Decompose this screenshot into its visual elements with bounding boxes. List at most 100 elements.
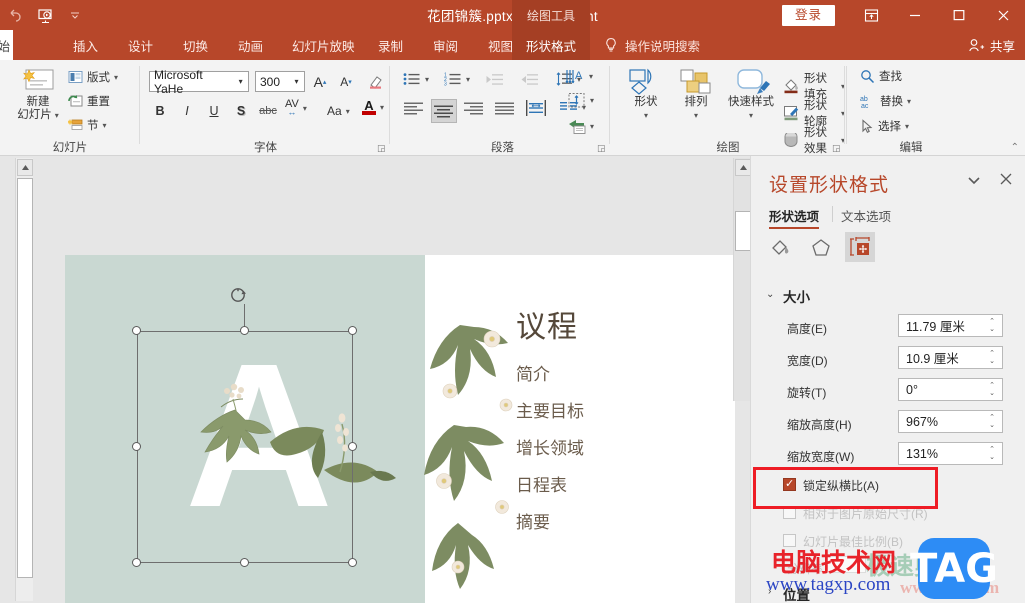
spinner-arrows-icon[interactable]: ⌃ ⌄ [982, 315, 1002, 336]
chevron-down-icon[interactable]: ▾ [466, 75, 470, 84]
tell-me-search[interactable]: 操作说明搜索 [604, 30, 700, 60]
close-icon[interactable] [981, 0, 1025, 30]
tab-text-options[interactable]: 文本选项 [841, 206, 891, 225]
chevron-down-icon[interactable]: ▾ [114, 73, 118, 82]
chevron-down-icon[interactable]: ▾ [233, 77, 248, 86]
tab-shape-options[interactable]: 形状选项 [769, 206, 820, 229]
chevron-down-icon[interactable]: ▾ [590, 122, 594, 131]
decrease-font-size-button[interactable]: A ▾ [335, 71, 357, 92]
size-and-properties-icon[interactable] [845, 232, 875, 262]
effects-pane-icon[interactable] [807, 234, 835, 262]
scroll-up-icon[interactable] [17, 159, 33, 176]
change-case-button[interactable]: Aa ▾ [327, 104, 350, 118]
chevron-down-icon[interactable]: ▾ [425, 75, 429, 84]
resize-handle-top-center[interactable] [240, 326, 249, 335]
chevron-down-icon[interactable]: ▾ [749, 109, 753, 122]
chevron-down-icon[interactable]: ▾ [694, 109, 698, 122]
rotation-field[interactable]: 0° ⌃ ⌄ [898, 378, 1003, 401]
spinner-arrows-icon[interactable]: ⌃ ⌄ [982, 379, 1002, 400]
collapse-ribbon-icon[interactable]: ⌃ [1011, 142, 1019, 153]
tab-review[interactable]: 审阅 [424, 30, 467, 60]
convert-to-smartart-button[interactable]: ▾ [568, 118, 594, 134]
align-right-button[interactable] [463, 101, 485, 115]
slide-scroll-thumb[interactable] [735, 211, 751, 251]
rotate-handle[interactable] [229, 285, 246, 302]
spinner-arrows-icon[interactable]: ⌃ ⌄ [982, 443, 1002, 464]
resize-handle-top-left[interactable] [132, 326, 141, 335]
font-size-combobox[interactable]: 300 ▾ [255, 71, 305, 92]
chevron-down-icon[interactable]: ▾ [303, 104, 307, 113]
fill-and-line-icon[interactable] [767, 234, 795, 262]
quick-styles-button[interactable]: 快速样式 ▾ [723, 68, 779, 122]
start-slideshow-icon[interactable] [30, 0, 60, 30]
chevron-down-icon[interactable]: ▾ [905, 122, 909, 131]
justify-button[interactable] [494, 101, 516, 115]
clear-formatting-button[interactable] [367, 71, 387, 92]
tab-home[interactable]: 始 [0, 30, 13, 60]
ribbon-display-options-icon[interactable] [849, 0, 893, 30]
chevron-down-icon[interactable]: ⌄ [766, 289, 774, 300]
tab-insert[interactable]: 插入 [64, 30, 107, 60]
resize-handle-middle-right[interactable] [348, 442, 357, 451]
chevron-down-icon[interactable]: ▾ [644, 109, 648, 122]
text-shadow-button[interactable]: S [230, 100, 252, 121]
agenda-item-3[interactable]: 增长领域 [516, 434, 584, 459]
agenda-item-2[interactable]: 主要目标 [516, 397, 584, 422]
agenda-item-5[interactable]: 摘要 [516, 508, 550, 533]
tab-animations[interactable]: 动画 [229, 30, 272, 60]
chevron-down-icon[interactable]: ▾ [589, 72, 593, 81]
select-button[interactable]: 选择 ▾ [860, 118, 909, 134]
align-center-button[interactable] [431, 99, 457, 123]
character-spacing-button[interactable]: AV ↔ ▾ [285, 99, 307, 117]
chevron-down-icon[interactable]: ▾ [289, 77, 304, 86]
layout-button[interactable]: 版式 ▾ [68, 69, 118, 85]
align-left-button[interactable] [403, 101, 425, 115]
undo-icon[interactable] [0, 0, 30, 30]
bullets-button[interactable]: ▾ [403, 72, 429, 86]
close-pane-icon[interactable] [999, 172, 1013, 189]
underline-button[interactable]: U [203, 100, 225, 121]
tab-record[interactable]: 录制 [369, 30, 412, 60]
paragraph-dialog-launcher[interactable]: ◲ [597, 143, 607, 153]
scroll-up-icon[interactable] [735, 159, 751, 176]
find-button[interactable]: 查找 [860, 68, 902, 84]
bold-button[interactable]: B [149, 100, 171, 121]
new-slide-button[interactable]: 新建 幻灯片 ▾ [8, 66, 68, 122]
agenda-title[interactable]: 议程 [516, 302, 578, 346]
maximize-icon[interactable] [937, 0, 981, 30]
share-button[interactable]: 共享 [968, 30, 1015, 60]
chevron-down-icon[interactable]: ▾ [590, 96, 594, 105]
tab-transitions[interactable]: 切换 [174, 30, 217, 60]
thumbnail-scroll-thumb[interactable] [17, 178, 33, 578]
tab-shape-format[interactable]: 形状格式 [512, 30, 590, 60]
chevron-down-icon[interactable]: ▾ [346, 107, 350, 116]
font-name-combobox[interactable]: Microsoft YaHe ▾ [149, 68, 249, 96]
chevron-down-icon[interactable]: ▾ [380, 103, 384, 112]
arrange-button[interactable]: 排列 ▾ [673, 68, 719, 122]
customize-quick-access-icon[interactable] [60, 0, 90, 30]
agenda-item-1[interactable]: 简介 [516, 360, 550, 385]
distribute-text-button[interactable] [525, 100, 547, 116]
resize-handle-bottom-left[interactable] [132, 558, 141, 567]
align-text-button[interactable]: ▾ [568, 92, 594, 109]
resize-handle-middle-left[interactable] [132, 442, 141, 451]
italic-button[interactable]: I [176, 100, 198, 121]
tab-design[interactable]: 设计 [119, 30, 162, 60]
tab-slideshow[interactable]: 幻灯片放映 [283, 30, 364, 60]
shapes-button[interactable]: 形状 ▾ [623, 68, 669, 122]
increase-font-size-button[interactable]: A ▴ [309, 71, 331, 92]
drawing-dialog-launcher[interactable]: ◲ [832, 143, 842, 153]
section-button[interactable]: 节 ▾ [68, 117, 107, 133]
section-size-header[interactable]: 大小 [783, 286, 810, 306]
scale-width-field[interactable]: 131% ⌃ ⌄ [898, 442, 1003, 465]
chevron-down-icon[interactable]: ▾ [55, 109, 59, 122]
pane-options-chevron-icon[interactable] [967, 174, 981, 188]
font-color-button[interactable]: A ▾ [362, 99, 384, 115]
height-field[interactable]: 11.79 厘米 ⌃ ⌄ [898, 314, 1003, 337]
reset-button[interactable]: 重置 [68, 93, 110, 109]
thumbnail-pane-scrollbar[interactable] [15, 158, 33, 601]
resize-handle-top-right[interactable] [348, 326, 357, 335]
sign-in-button[interactable]: 登录 [781, 4, 835, 26]
chevron-down-icon[interactable]: ▾ [907, 97, 911, 106]
replace-button[interactable]: ab ac 替换 ▾ [860, 93, 911, 109]
